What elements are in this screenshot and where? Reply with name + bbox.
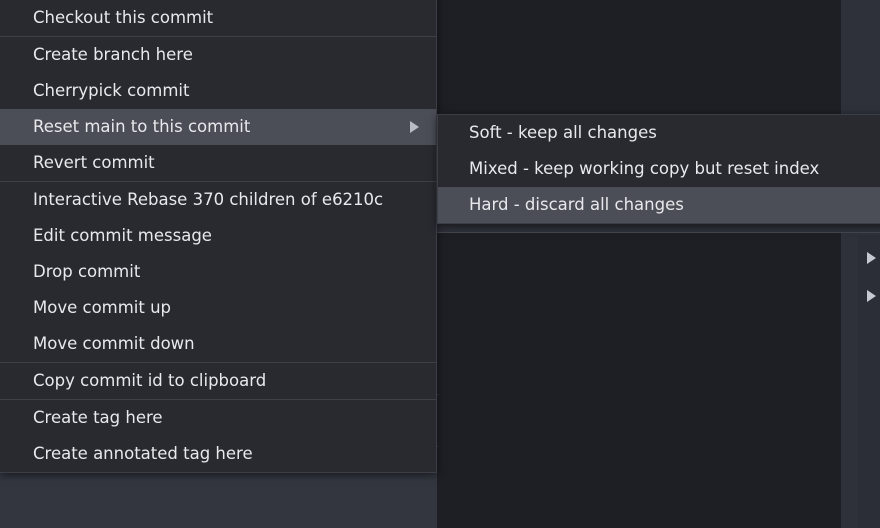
menu-item-label: Drop commit [33,262,141,281]
menu-item-label: Revert commit [33,153,155,172]
screen: Checkout this commit Create branch here … [0,0,880,528]
menu-item-cherrypick-commit[interactable]: Cherrypick commit [0,73,436,109]
submenu-item-label: Mixed - keep working copy but reset inde… [469,159,820,178]
commit-context-menu[interactable]: Checkout this commit Create branch here … [0,0,437,473]
menu-item-drop-commit[interactable]: Drop commit [0,254,436,290]
background-panel-top [437,0,841,118]
menu-item-create-tag-here[interactable]: Create tag here [0,400,436,436]
menu-item-label: Reset main to this commit [33,117,251,136]
menu-item-label: Create tag here [33,408,163,427]
background-submenu-arrow-1-icon[interactable] [867,252,876,264]
submenu-item-reset-mixed[interactable]: Mixed - keep working copy but reset inde… [438,151,880,187]
background-scrollbar-strip [841,235,858,528]
menu-item-label: Create annotated tag here [33,444,253,463]
submenu-item-label: Hard - discard all changes [469,195,684,214]
menu-item-interactive-rebase[interactable]: Interactive Rebase 370 children of e6210… [0,182,436,218]
menu-item-label: Interactive Rebase 370 children of e6210… [33,190,384,209]
menu-item-create-branch-here[interactable]: Create branch here [0,37,436,73]
menu-item-reset-main-to-this-commit[interactable]: Reset main to this commit [0,109,436,145]
menu-item-label: Create branch here [33,45,193,64]
menu-item-label: Move commit up [33,298,172,317]
chevron-right-icon [410,121,419,133]
menu-item-label: Checkout this commit [33,8,214,27]
submenu-item-reset-hard[interactable]: Hard - discard all changes [438,187,880,223]
menu-item-label: Cherrypick commit [33,81,190,100]
reset-submenu[interactable]: Soft - keep all changes Mixed - keep wor… [437,114,880,224]
menu-item-label: Edit commit message [33,226,212,245]
background-strip-top-right [841,0,880,118]
menu-item-label: Copy commit id to clipboard [33,371,267,390]
menu-item-create-annotated-tag-here[interactable]: Create annotated tag here [0,436,436,472]
background-panel-bottom [437,233,841,528]
menu-item-edit-commit-message[interactable]: Edit commit message [0,218,436,254]
menu-item-move-commit-up[interactable]: Move commit up [0,290,436,326]
menu-item-label: Move commit down [33,334,195,353]
menu-item-revert-commit[interactable]: Revert commit [0,145,436,181]
menu-item-move-commit-down[interactable]: Move commit down [0,326,436,362]
background-divider [437,232,880,233]
background-panel-right-edge [858,235,880,528]
submenu-item-label: Soft - keep all changes [469,123,657,142]
background-submenu-arrow-2-icon[interactable] [867,290,876,302]
submenu-item-reset-soft[interactable]: Soft - keep all changes [438,115,880,151]
menu-item-copy-commit-id-to-clipboard[interactable]: Copy commit id to clipboard [0,363,436,399]
menu-item-checkout-this-commit[interactable]: Checkout this commit [0,0,436,36]
